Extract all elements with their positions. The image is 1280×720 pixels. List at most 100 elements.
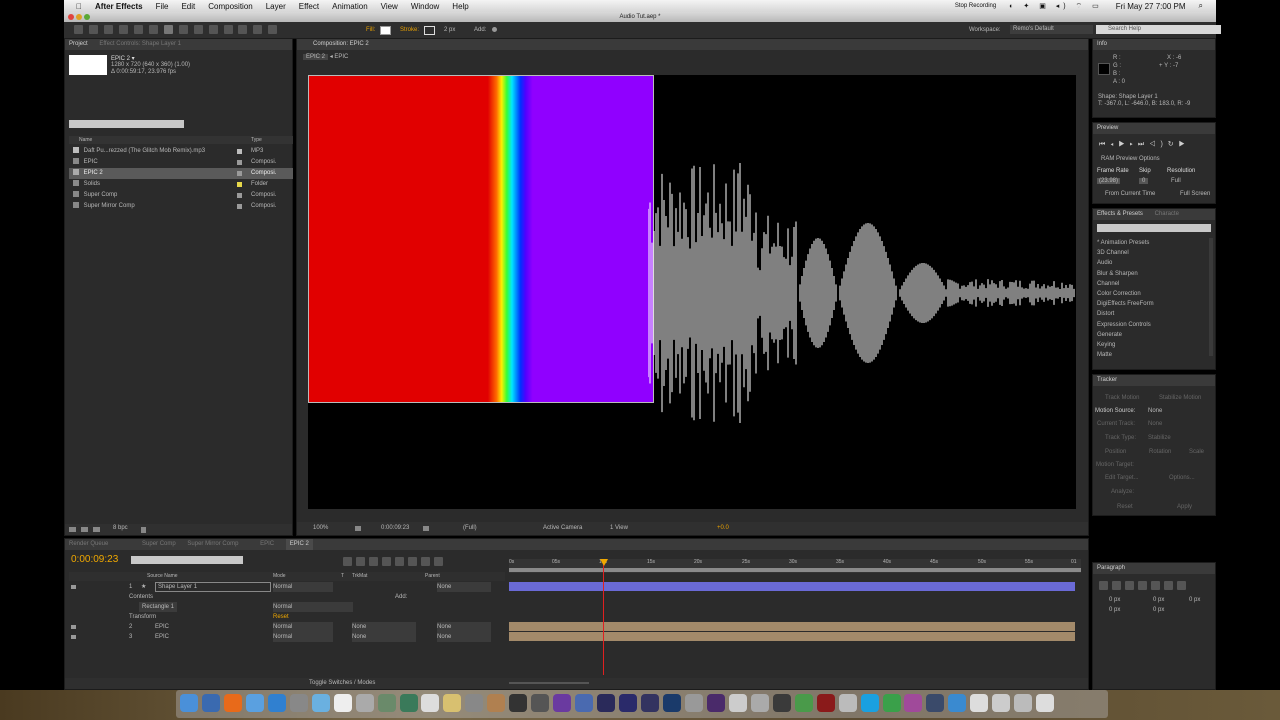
- mode-select[interactable]: Normal: [273, 582, 333, 592]
- soundtrack-icon[interactable]: [772, 694, 791, 712]
- scale-checkbox[interactable]: Scale: [1189, 449, 1204, 455]
- full-screen-checkbox[interactable]: Full Screen: [1180, 191, 1210, 197]
- brainstorm-icon[interactable]: [408, 557, 417, 566]
- system-preferences-icon[interactable]: [289, 694, 308, 712]
- col-trkmat[interactable]: TrkMat: [352, 572, 367, 581]
- menu-view[interactable]: View: [381, 2, 398, 11]
- ram-preview-icon[interactable]: ▶: [1179, 141, 1190, 148]
- list-item[interactable]: Generate: [1097, 330, 1209, 340]
- apple-icon[interactable]: : [76, 2, 82, 11]
- menu-file[interactable]: File: [156, 2, 169, 11]
- zoom-window-button[interactable]: [84, 14, 90, 20]
- parent-select[interactable]: None: [437, 582, 491, 592]
- col-name[interactable]: Name: [79, 137, 92, 143]
- list-item[interactable]: EPIC Composi.: [69, 157, 293, 168]
- auto-keyframe-icon[interactable]: [421, 557, 430, 566]
- list-item[interactable]: Color Correction: [1097, 289, 1209, 299]
- loop-icon[interactable]: ↻: [1168, 141, 1179, 148]
- fax-icon[interactable]: [728, 694, 747, 712]
- time-ruler[interactable]: 0s 05s 10s 15s 20s 25s 30s 35s 40s 45s 5…: [509, 559, 1081, 573]
- stroke-width[interactable]: 2 px: [444, 27, 455, 33]
- contacts-icon[interactable]: [487, 694, 506, 712]
- calendar-icon[interactable]: [333, 694, 352, 712]
- add-label[interactable]: Add:: [395, 592, 407, 602]
- bit-depth-button[interactable]: 8 bpc: [113, 525, 128, 531]
- photo-icon[interactable]: [377, 694, 396, 712]
- after-effects-cs-icon[interactable]: [619, 694, 638, 712]
- zoom-tool-icon[interactable]: [103, 25, 113, 34]
- track-motion-button[interactable]: Track Motion: [1105, 395, 1139, 401]
- image-capture-icon[interactable]: [750, 694, 769, 712]
- justify-all-icon[interactable]: [1177, 581, 1186, 590]
- selection-tool-icon[interactable]: [74, 25, 83, 34]
- apply-button[interactable]: Apply: [1177, 504, 1192, 510]
- umbrella-icon[interactable]: [904, 694, 923, 712]
- motion-source-select[interactable]: None: [1148, 408, 1162, 414]
- comp-mini-flowchart-icon[interactable]: [343, 557, 352, 566]
- align-center-icon[interactable]: [1112, 581, 1121, 590]
- photoshop-icon[interactable]: [662, 694, 681, 712]
- automator-icon[interactable]: [465, 694, 484, 712]
- rotation-tool-icon[interactable]: [118, 25, 128, 34]
- itunes-icon[interactable]: [311, 694, 330, 712]
- crumb-epic[interactable]: EPIC: [334, 54, 348, 60]
- project-search-input[interactable]: [69, 120, 184, 128]
- menu-help[interactable]: Help: [452, 2, 468, 11]
- from-current-time-checkbox[interactable]: From Current Time: [1105, 191, 1155, 197]
- graph-editor-icon[interactable]: [434, 557, 443, 566]
- justify-right-icon[interactable]: [1164, 581, 1173, 590]
- zoom-select[interactable]: 100%: [313, 522, 328, 535]
- col-parent[interactable]: Parent: [425, 572, 440, 581]
- work-area-bar[interactable]: [509, 568, 1081, 572]
- space-after[interactable]: 0 px: [1153, 607, 1164, 613]
- first-frame-icon[interactable]: ⏮: [1099, 141, 1110, 148]
- indent-right[interactable]: 0 px: [1153, 597, 1164, 603]
- app-menu[interactable]: After Effects: [95, 2, 143, 11]
- list-item[interactable]: Super Comp Composi.: [69, 190, 293, 201]
- visibility-icon[interactable]: [71, 625, 76, 629]
- fill-label[interactable]: Fill:: [366, 27, 375, 33]
- camera-tool-icon[interactable]: [133, 25, 143, 34]
- brush-tool-icon[interactable]: [208, 25, 218, 34]
- notes-icon[interactable]: [443, 694, 462, 712]
- mute-icon[interactable]: ◁): [1149, 141, 1168, 148]
- stabilize-motion-button[interactable]: Stabilize Motion: [1159, 395, 1201, 401]
- list-item[interactable]: Audio: [1097, 258, 1209, 268]
- globe-icon[interactable]: [948, 694, 967, 712]
- layer-row-epic[interactable]: 2 EPIC Normal None None: [69, 622, 505, 632]
- list-item[interactable]: Distort: [1097, 309, 1209, 319]
- trash-icon[interactable]: [141, 527, 146, 533]
- exposure-value[interactable]: +0.0: [717, 522, 729, 535]
- tab-composition[interactable]: Composition: EPIC 2: [313, 39, 369, 50]
- compressor-icon[interactable]: [575, 694, 594, 712]
- trkmat-select[interactable]: None: [352, 622, 416, 632]
- col-source-name[interactable]: Source Name: [147, 572, 178, 581]
- col-mode[interactable]: Mode: [273, 572, 286, 581]
- list-item[interactable]: Blur & Sharpen: [1097, 269, 1209, 279]
- contents-row[interactable]: Contents Add:: [69, 592, 505, 602]
- tab-render-queue[interactable]: Render Queue: [69, 539, 108, 550]
- current-track-select[interactable]: None: [1148, 421, 1162, 427]
- tab-project[interactable]: Project: [69, 39, 88, 50]
- selected-item-name[interactable]: EPIC 2 ▾: [111, 55, 135, 62]
- search-help-input[interactable]: Search Help: [1096, 25, 1221, 34]
- hand-tool-icon[interactable]: [88, 25, 98, 34]
- steam-icon[interactable]: [926, 694, 945, 712]
- stack-icon[interactable]: [1014, 694, 1033, 712]
- view-layout-select[interactable]: 1 View: [610, 522, 628, 535]
- frame-rate-select[interactable]: (23.98): [1097, 178, 1121, 184]
- layer-bar-shape[interactable]: [509, 582, 1075, 591]
- indent-first[interactable]: 0 px: [1189, 597, 1200, 603]
- list-item[interactable]: Channel: [1097, 279, 1209, 289]
- layer-bar-epic[interactable]: [509, 622, 1075, 631]
- list-item[interactable]: Matte: [1097, 350, 1209, 360]
- layer-name[interactable]: Shape Layer 1: [155, 582, 271, 592]
- rect-mode-select[interactable]: Normal: [273, 602, 353, 612]
- mode-select[interactable]: Normal: [273, 622, 333, 632]
- list-item-selected[interactable]: EPIC 2 Composi.: [69, 168, 293, 179]
- frame-blending-icon[interactable]: [382, 557, 391, 566]
- downloads-stack-icon[interactable]: [992, 694, 1011, 712]
- spotlight-icon[interactable]: ⌕: [1199, 1, 1203, 11]
- stop-recording[interactable]: Stop Recording: [955, 3, 996, 9]
- layer-name[interactable]: EPIC: [155, 632, 169, 642]
